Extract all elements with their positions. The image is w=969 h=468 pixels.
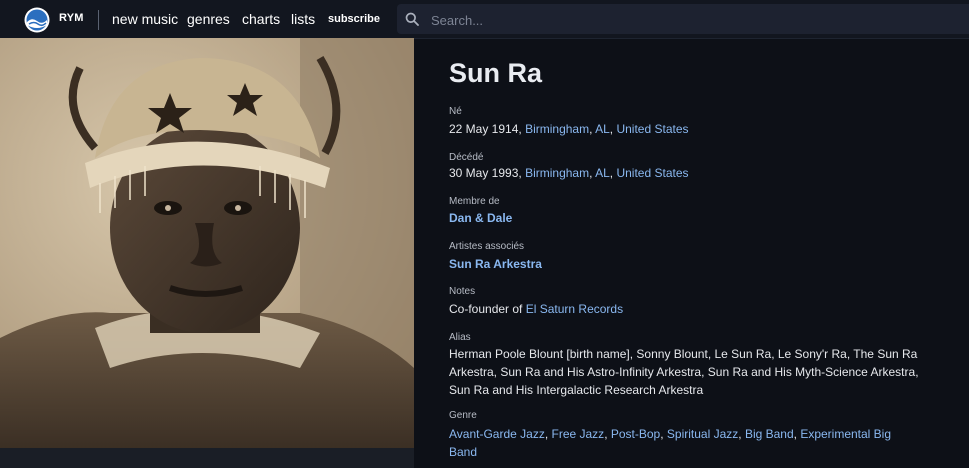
genre-link[interactable]: Avant-Garde Jazz [449, 427, 545, 441]
born-date: 22 May 1914 [449, 122, 519, 136]
genre-label: Genre [449, 410, 477, 421]
associated-value: Sun Ra Arkestra [449, 255, 919, 273]
notes-prefix: Co-founder of [449, 302, 526, 316]
died-value: 30 May 1993, Birmingham, AL, United Stat… [449, 166, 689, 180]
genre-link[interactable]: Free Jazz [552, 427, 605, 441]
search-input[interactable] [429, 10, 953, 30]
nav-divider [98, 10, 99, 30]
died-label: Décédé [449, 152, 484, 163]
artist-name: Sun Ra [449, 58, 543, 88]
notes-label-link[interactable]: El Saturn Records [526, 302, 623, 316]
alias-value: Herman Poole Blount [birth name], Sonny … [449, 347, 919, 397]
photo-footer-strip [0, 448, 414, 468]
born-place-city-link[interactable]: Birmingham [525, 122, 589, 136]
nav-genres[interactable]: genres [187, 11, 230, 27]
artist-portrait-image [0, 38, 414, 448]
rym-logo-icon[interactable] [24, 7, 50, 33]
associated-artist-link[interactable]: Sun Ra Arkestra [449, 257, 542, 271]
notes-label: Notes [449, 286, 476, 297]
brand-label[interactable]: RYM [59, 12, 84, 24]
nav-subscribe[interactable]: subscribe [328, 13, 380, 25]
associated-label: Artistes associés [449, 241, 525, 252]
artist-photo[interactable] [0, 38, 414, 448]
search-box[interactable] [397, 4, 969, 34]
alias-label: Alias [449, 332, 471, 343]
genre-link[interactable]: Spiritual Jazz [667, 427, 738, 441]
born-place-state-link[interactable]: AL [595, 122, 610, 136]
nav-lists[interactable]: lists [291, 11, 315, 27]
died-date: 30 May 1993 [449, 166, 519, 180]
born-label: Né [449, 106, 462, 117]
top-nav: RYM new music genres charts lists subscr… [0, 0, 969, 39]
died-place-country-link[interactable]: United States [616, 166, 688, 180]
search-icon[interactable] [405, 12, 419, 26]
nav-charts[interactable]: charts [242, 11, 280, 27]
born-value: 22 May 1914, Birmingham, AL, United Stat… [449, 122, 689, 136]
born-place-country-link[interactable]: United States [616, 122, 688, 136]
died-place-state-link[interactable]: AL [595, 166, 610, 180]
member-of-value: Dan & Dale [449, 209, 919, 227]
member-of-link[interactable]: Dan & Dale [449, 211, 512, 225]
notes-value: Co-founder of El Saturn Records [449, 300, 919, 318]
genre-value: Avant-Garde Jazz, Free Jazz, Post-Bop, S… [449, 427, 892, 459]
died-place-city-link[interactable]: Birmingham [525, 166, 589, 180]
genre-link[interactable]: Post-Bop [611, 427, 660, 441]
genre-link[interactable]: Big Band [745, 427, 794, 441]
nav-new-music[interactable]: new music [112, 11, 178, 27]
member-of-label: Membre de [449, 196, 500, 207]
